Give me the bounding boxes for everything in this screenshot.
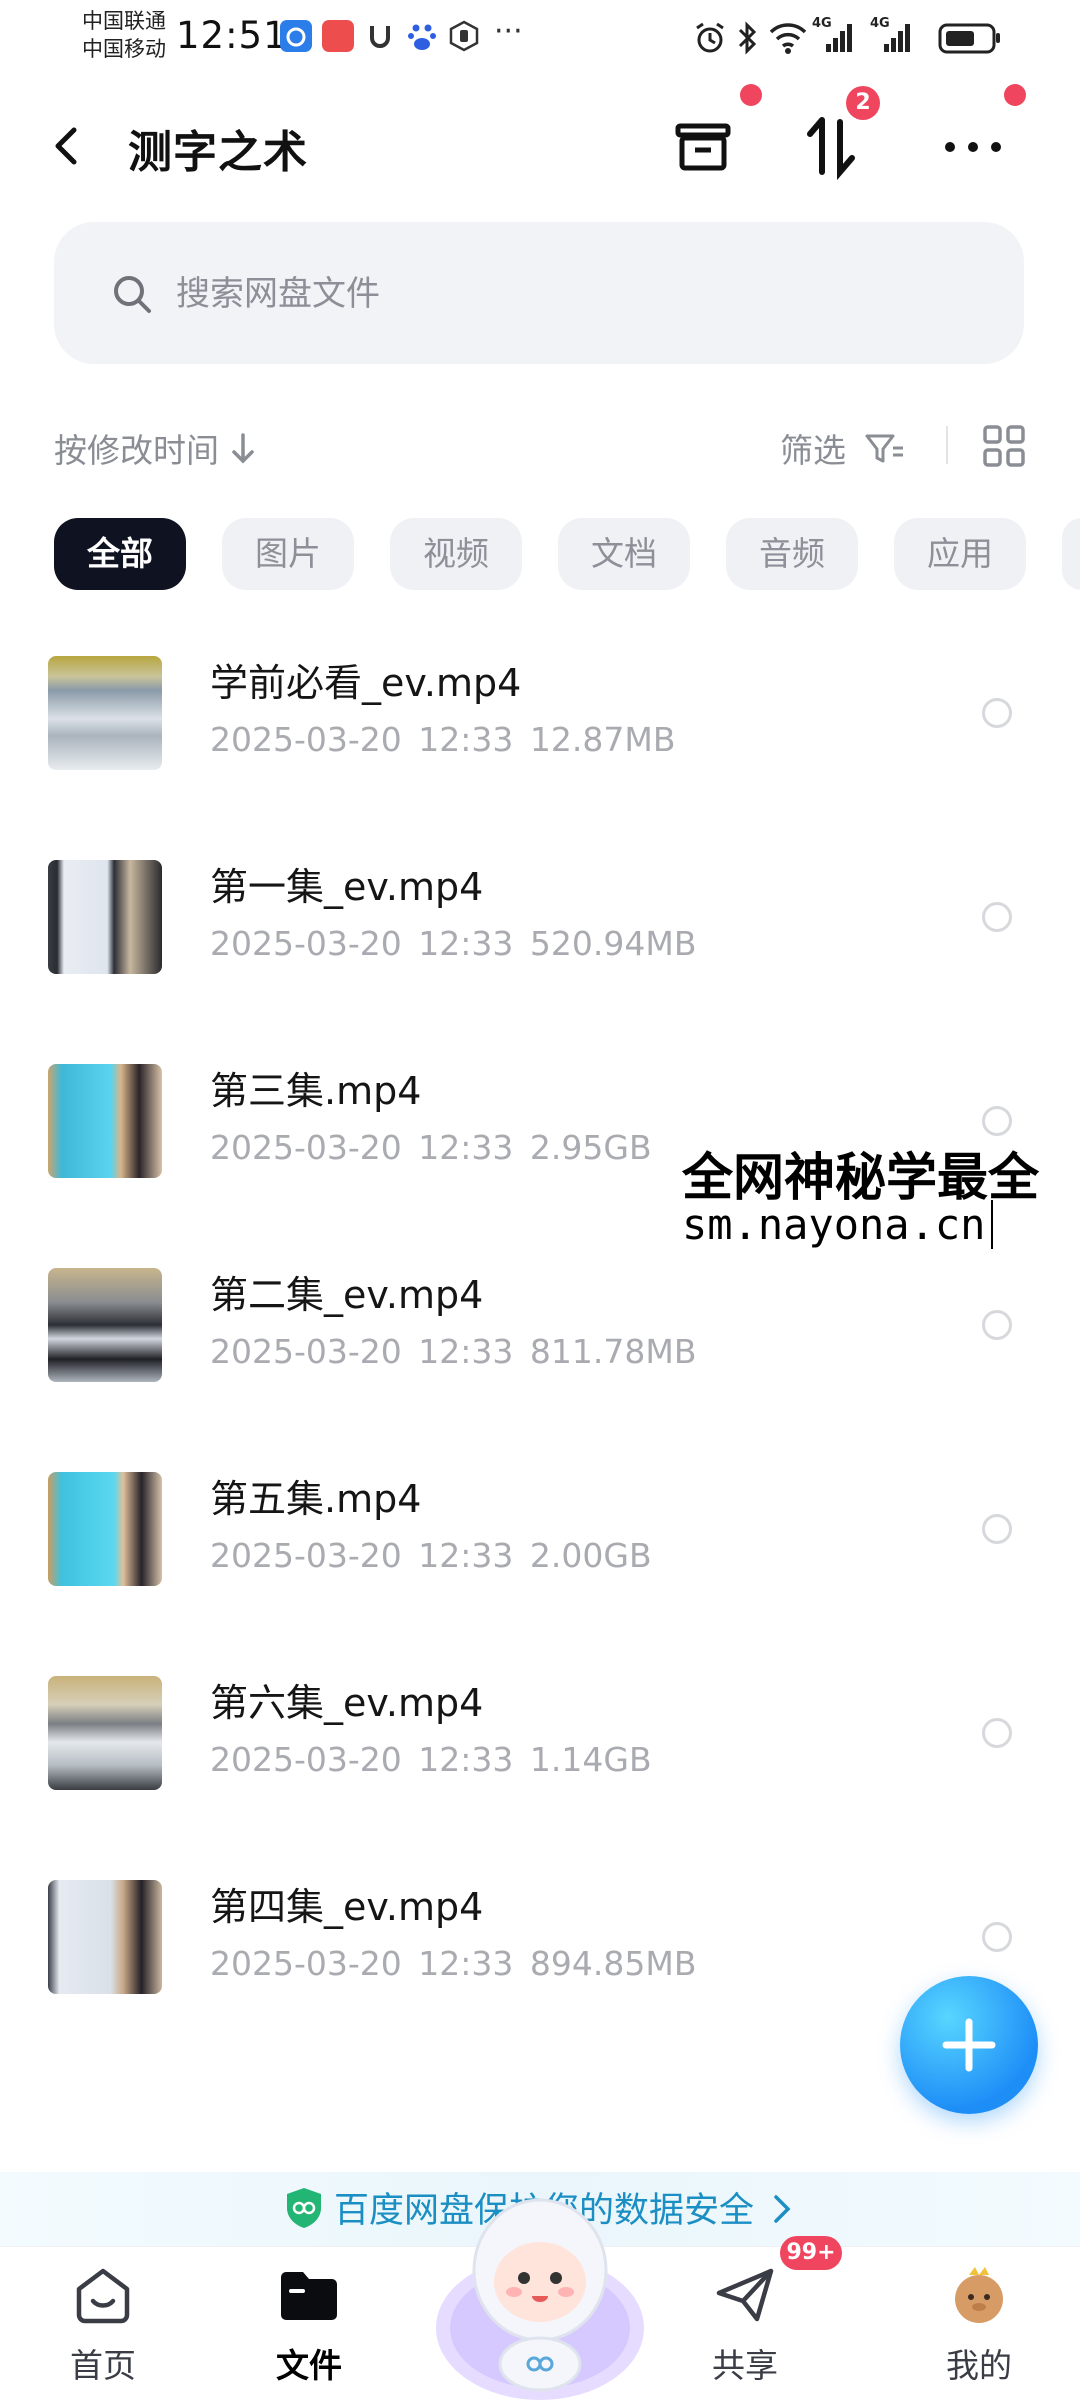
status-more: ···: [494, 14, 523, 49]
select-checkbox[interactable]: [982, 902, 1012, 932]
bluetooth-icon: [736, 20, 760, 56]
signal2-icon: [870, 20, 910, 56]
sort-selector[interactable]: 按修改时间: [54, 424, 256, 475]
chip-apps[interactable]: 应用: [894, 518, 1026, 590]
filter-label: 筛选: [780, 431, 846, 470]
nav-profile[interactable]: 我的: [914, 2247, 1044, 2401]
search-input[interactable]: [174, 266, 978, 322]
archive-red-dot: [740, 84, 762, 106]
file-meta: 2025-03-20 12:33 2.95GB: [210, 1128, 652, 1167]
file-meta: 2025-03-20 12:33 2.00GB: [210, 1536, 652, 1575]
signal1-icon: [812, 20, 852, 56]
video-thumbnail: [48, 1676, 162, 1790]
nav-share[interactable]: 共享: [680, 2247, 810, 2401]
video-thumbnail: [48, 860, 162, 974]
file-row[interactable]: 学前必看_ev.mp4 2025-03-20 12:33 12.87MB: [0, 656, 1080, 860]
search-icon: [110, 272, 154, 316]
avatar: [947, 2263, 1011, 2327]
ai-assistant-button[interactable]: [430, 2178, 650, 2400]
notification-shop-icon: [322, 20, 354, 52]
plus-icon: [942, 2018, 996, 2072]
video-thumbnail: [48, 1472, 162, 1586]
search-bar[interactable]: [54, 222, 1024, 364]
file-name: 第二集_ev.mp4: [210, 1273, 484, 1317]
mascot-icon: [436, 2198, 644, 2400]
select-checkbox[interactable]: [982, 1718, 1012, 1748]
nav-home-label: 首页: [70, 2346, 136, 2385]
file-name: 第四集_ev.mp4: [210, 1885, 484, 1929]
file-name: 第六集_ev.mp4: [210, 1681, 484, 1725]
chip-images[interactable]: 图片: [222, 518, 354, 590]
select-checkbox[interactable]: [982, 1106, 1012, 1136]
folder-icon: [277, 2263, 341, 2327]
file-name: 第三集.mp4: [210, 1069, 422, 1113]
file-row[interactable]: 第五集.mp4 2025-03-20 12:33 2.00GB: [0, 1472, 1080, 1676]
select-checkbox[interactable]: [982, 698, 1012, 728]
transfer-icon[interactable]: [796, 112, 866, 182]
file-meta: 2025-03-20 12:33 811.78MB: [210, 1332, 697, 1371]
file-row[interactable]: 第二集_ev.mp4 2025-03-20 12:33 811.78MB: [0, 1268, 1080, 1472]
file-name: 学前必看_ev.mp4: [210, 661, 522, 705]
video-thumbnail: [48, 656, 162, 770]
file-name: 第五集.mp4: [210, 1477, 422, 1521]
file-meta: 2025-03-20 12:33 1.14GB: [210, 1740, 652, 1779]
more-red-dot: [1004, 84, 1026, 106]
page-title: 测字之术: [128, 127, 308, 178]
home-icon: [71, 2263, 135, 2327]
wifi-icon: [768, 20, 808, 56]
video-thumbnail: [48, 1268, 162, 1382]
file-row[interactable]: 第一集_ev.mp4 2025-03-20 12:33 520.94MB: [0, 860, 1080, 1064]
select-checkbox[interactable]: [982, 1922, 1012, 1952]
filter-icon: [865, 431, 905, 475]
nav-profile-label: 我的: [946, 2346, 1012, 2385]
archive-icon[interactable]: [668, 112, 738, 182]
more-options-icon[interactable]: [938, 112, 1008, 182]
chip-videos[interactable]: 视频: [390, 518, 522, 590]
send-icon: [713, 2263, 777, 2327]
share-badge: 99+: [780, 2236, 842, 2270]
video-thumbnail: [48, 1880, 162, 1994]
notification-baidu-icon: [406, 20, 438, 52]
carrier-unicom: 中国联通: [82, 9, 166, 33]
carrier-mobile: 中国移动: [82, 37, 166, 61]
shield-icon: [284, 2186, 324, 2230]
chip-all[interactable]: 全部: [54, 518, 186, 590]
battery-icon: [938, 20, 1002, 56]
grid-view-icon[interactable]: [982, 424, 1026, 468]
status-clock: 12:51: [176, 14, 288, 57]
video-thumbnail: [48, 1064, 162, 1178]
sort-label: 按修改时间: [54, 431, 219, 470]
watermark-url: sm.nayona.cn: [676, 1200, 994, 1249]
nav-home[interactable]: 首页: [38, 2247, 168, 2401]
back-icon[interactable]: [48, 118, 88, 174]
transfer-badge: 2: [846, 86, 880, 120]
toolbar-divider: [946, 426, 948, 464]
chip-documents[interactable]: 文档: [558, 518, 690, 590]
file-meta: 2025-03-20 12:33 520.94MB: [210, 924, 697, 963]
notification-hand-icon: [448, 20, 480, 52]
nav-files[interactable]: 文件: [244, 2247, 374, 2401]
sort-arrow-icon: [230, 431, 256, 475]
file-name: 第一集_ev.mp4: [210, 865, 484, 909]
alarm-icon: [692, 20, 728, 56]
select-checkbox[interactable]: [982, 1514, 1012, 1544]
notification-app-icon: [280, 20, 312, 52]
notification-u-icon: [364, 20, 396, 52]
add-button[interactable]: [900, 1976, 1038, 2114]
chip-audio[interactable]: 音频: [726, 518, 858, 590]
chevron-right-icon: [770, 2192, 794, 2226]
file-row[interactable]: 第六集_ev.mp4 2025-03-20 12:33 1.14GB: [0, 1676, 1080, 1880]
file-meta: 2025-03-20 12:33 12.87MB: [210, 720, 676, 759]
watermark-text: 全网神秘学最全: [676, 1136, 1046, 1210]
nav-share-label: 共享: [712, 2346, 778, 2385]
chip-more[interactable]: [1062, 518, 1080, 590]
select-checkbox[interactable]: [982, 1310, 1012, 1340]
nav-files-label: 文件: [276, 2346, 342, 2385]
filter-button[interactable]: 筛选: [780, 424, 905, 475]
file-meta: 2025-03-20 12:33 894.85MB: [210, 1944, 697, 1983]
